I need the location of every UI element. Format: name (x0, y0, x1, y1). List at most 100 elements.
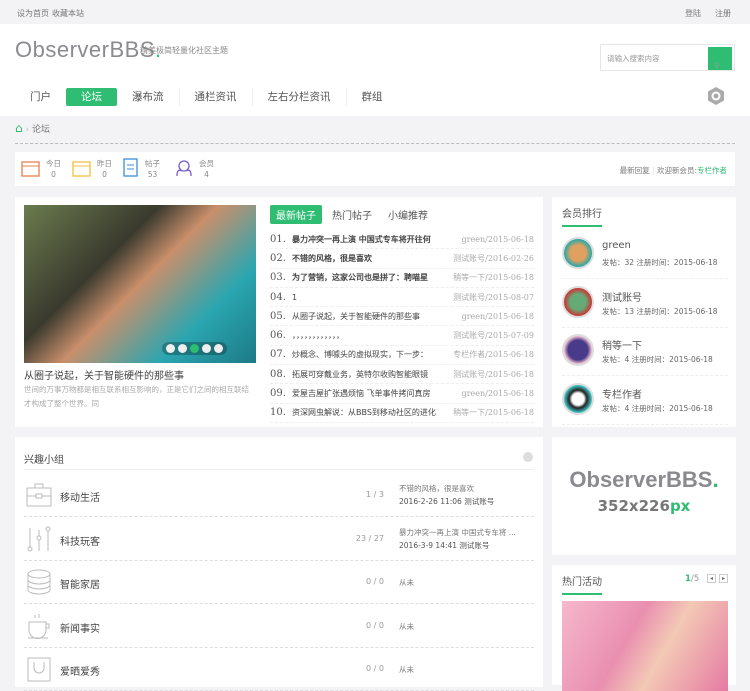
post-number: 03. (270, 272, 286, 284)
nav-waterfall[interactable]: 瀑布流 (117, 88, 179, 106)
member-ranking-panel: 会员排行 green 发帖：32 注册时间：2015-06-18 测试账号 发帖：13… (552, 197, 736, 427)
search-button[interactable]: ⚲ (708, 47, 732, 70)
member-name[interactable]: green (602, 240, 631, 251)
group-name[interactable]: 爱晒爱秀 (60, 663, 100, 678)
stat-yesterday: 昨日 0 (72, 158, 112, 180)
group-row[interactable]: 爱晒爱秀 0 / 0 从未 (24, 648, 534, 691)
group-last-post[interactable]: 从未 (399, 576, 414, 589)
group-count: 0 / 0 (366, 620, 384, 630)
search-box[interactable]: 请输入搜索内容 ⚲ (600, 44, 735, 71)
featured-title[interactable]: 从圈子说起，关于智能硬件的那些事 (24, 367, 184, 382)
group-last-post[interactable]: 从未 (399, 663, 414, 676)
group-row[interactable]: 科技玩客 23 / 27 暴力冲突一再上演 中国式专车将 ... 2016-3-9 1… (24, 518, 534, 561)
post-title[interactable]: 资深网虫解说：从BBS到移动社区的进化 (292, 407, 453, 418)
post-row[interactable]: 08. 拓展可穿戴业务，英特尔收购智能眼镜 测试账号/2015-06-18 (270, 365, 534, 385)
post-number: 04. (270, 291, 286, 303)
member-item[interactable]: green 发帖：32 注册时间：2015-06-18 (562, 231, 728, 279)
nav-forum[interactable]: 论坛 (66, 88, 117, 106)
bookmark-link[interactable]: 收藏本站 (52, 8, 84, 19)
slider-dot[interactable] (214, 344, 223, 353)
nav-groups[interactable]: 群组 (345, 88, 398, 106)
avatar[interactable] (562, 285, 594, 318)
post-row[interactable]: 07. 炒概念、博噱头的虚拟现实，下一步： 专栏作者/2015-06-18 (270, 346, 534, 366)
post-row[interactable]: 10. 资深网虫解说：从BBS到移动社区的进化 稍等一下/2015-06-18 (270, 404, 534, 423)
post-row[interactable]: 06. ，，，，，，，，，，，， 测试账号/2015-07-09 (270, 326, 534, 346)
tab-latest[interactable]: 最新帖子 (270, 205, 322, 224)
next-arrow-icon[interactable]: ▸ (719, 574, 728, 583)
stat-posts: 帖子 53 (122, 158, 160, 180)
post-title[interactable]: 暴力冲突一再上演 中国式专车将开往何 (292, 234, 462, 245)
post-title[interactable]: 炒概念、博噱头的虚拟现实，下一步： (292, 349, 453, 360)
member-name[interactable]: 测试账号 (602, 289, 642, 304)
post-title[interactable]: ，，，，，，，，，，，， (292, 330, 453, 341)
post-title[interactable]: 拓展可穿戴业务，英特尔收购智能眼镜 (292, 369, 453, 380)
register-link[interactable]: 注册 (715, 8, 731, 19)
post-number: 05. (270, 310, 286, 322)
stat-value: 4 (204, 170, 209, 179)
group-name[interactable]: 新闻事实 (60, 620, 100, 635)
post-title[interactable]: 1 (292, 293, 453, 302)
ad-panel[interactable]: ObserverBBS. 352x226px (552, 437, 736, 555)
post-title[interactable]: 从圈子说起，关于智能硬件的那些事 (292, 311, 462, 322)
nav-portal[interactable]: 门户 (15, 88, 66, 106)
group-name[interactable]: 移动生活 (60, 489, 100, 504)
search-input[interactable]: 请输入搜索内容 (607, 53, 660, 64)
group-last-meta: 2016-3-9 14:41 测试账号 (399, 540, 490, 550)
group-name[interactable]: 智能家居 (60, 576, 100, 591)
member-item[interactable]: 测试账号 发帖：13 注册时间：2015-06-18 (562, 280, 728, 328)
avatar[interactable] (562, 334, 594, 366)
events-panel: 热门活动 1/5 ◂ ▸ (552, 565, 736, 691)
group-row[interactable]: 移动生活 1 / 3 不错的风格，很是喜欢 2016-2-26 11:06 测试账号 (24, 474, 534, 517)
post-title[interactable]: 不错的风格，很是喜欢 (292, 253, 453, 264)
slider-dot[interactable] (202, 344, 211, 353)
group-last-post[interactable]: 不错的风格，很是喜欢 (399, 482, 494, 495)
member-item[interactable]: 专栏作者发帖：4 注册时间：2015-06-18 (562, 377, 728, 425)
event-image[interactable] (562, 601, 728, 691)
post-title[interactable]: 爱屋吉屋扩张遇烦恼 飞单事件拷问真房 (292, 388, 462, 399)
post-row[interactable]: 01. 暴力冲突一再上演 中国式专车将开往何 green/2015-06-18 (270, 230, 534, 250)
group-row[interactable]: 新闻事实 0 / 0 从未 (24, 605, 534, 648)
group-last-post[interactable]: 暴力冲突一再上演 中国式专车将 ... (399, 526, 516, 539)
new-member-link[interactable]: 专栏作者 (697, 166, 727, 175)
latest-replies-link[interactable]: 最新回复 (620, 166, 650, 175)
slider-dot-active[interactable] (190, 344, 199, 353)
post-title[interactable]: 为了营销，这家公司也是拼了：聘喵星 (292, 272, 453, 283)
post-row[interactable]: 05. 从圈子说起，关于智能硬件的那些事 green/2015-06-18 (270, 307, 534, 327)
post-list: 01. 暴力冲突一再上演 中国式专车将开往何 green/2015-06-18 02.… (270, 230, 534, 423)
member-name[interactable]: 专栏作者 (602, 386, 642, 401)
member-name[interactable]: 稍等一下 (602, 337, 642, 352)
member-item[interactable]: 稍等一下 发帖：4 注册时间：2015-06-18 (562, 328, 728, 376)
nav-split-news[interactable]: 左右分栏资讯 (251, 88, 346, 106)
post-meta: 测试账号/2015-06-18 (453, 369, 534, 379)
post-row[interactable]: 09. 爱屋吉屋扩张遇烦恼 飞单事件拷问真房 green/2015-06-18 (270, 384, 534, 404)
stat-label: 会员 (199, 159, 214, 168)
gear-icon[interactable] (706, 86, 726, 106)
post-meta: 测试账号/2015-08-07 (453, 292, 534, 302)
set-home-link[interactable]: 设为首页 (17, 8, 49, 19)
tab-hot[interactable]: 热门帖子 (326, 205, 378, 224)
group-last-post[interactable]: 从未 (399, 620, 414, 633)
slider-dots (162, 342, 227, 355)
group-name[interactable]: 科技玩客 (60, 533, 100, 548)
avatar[interactable] (562, 237, 594, 269)
events-total: /5 (690, 574, 700, 584)
group-row[interactable]: 智能家居 0 / 0 从未 (24, 561, 534, 604)
collapse-icon[interactable] (523, 452, 533, 462)
post-tabs: 最新帖子 热门帖子 小编推荐 (270, 205, 438, 224)
avatar[interactable] (562, 382, 594, 415)
post-row[interactable]: 03. 为了营销，这家公司也是拼了：聘喵星 稍等一下/2015-06-18 (270, 269, 534, 288)
breadcrumb-current[interactable]: 论坛 (32, 125, 50, 135)
home-icon[interactable]: ⌂ (15, 121, 23, 135)
tab-recommended[interactable]: 小编推荐 (382, 205, 434, 224)
slider-dot[interactable] (166, 344, 175, 353)
post-row[interactable]: 04. 1 测试账号/2015-08-07 (270, 288, 534, 308)
post-number: 10. (270, 407, 286, 419)
slider-dot[interactable] (178, 344, 187, 353)
post-row[interactable]: 02. 不错的风格，很是喜欢 测试账号/2016-02-26 (270, 249, 534, 269)
featured-image[interactable] (24, 205, 256, 363)
prev-arrow-icon[interactable]: ◂ (707, 574, 716, 583)
group-count: 23 / 27 (355, 533, 384, 543)
nav-fullwidth-news[interactable]: 通栏资讯 (178, 88, 252, 106)
member-info: 发帖：4 注册时间：2015-06-18 (602, 403, 713, 413)
login-link[interactable]: 登陆 (685, 8, 701, 19)
